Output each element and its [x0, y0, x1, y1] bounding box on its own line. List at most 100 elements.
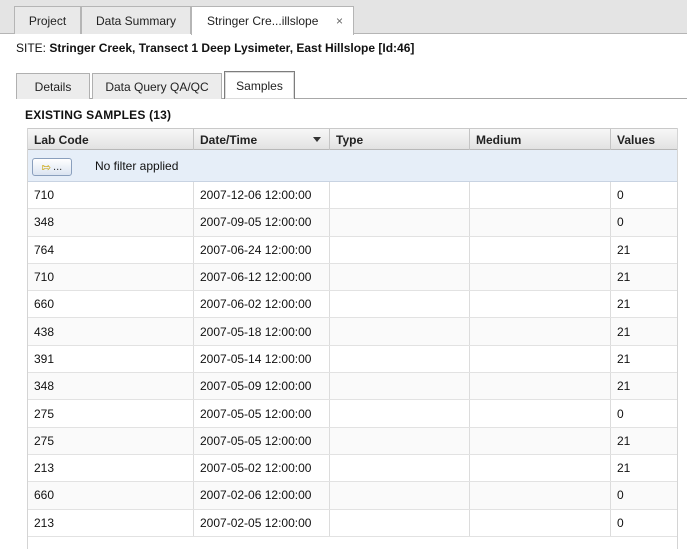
tab-label: Data Query QA/QC: [105, 79, 209, 94]
cell-date-time: 2007-09-05 12:00:00: [194, 209, 330, 236]
cell-type: [330, 318, 470, 345]
site-heading: SITE: Stringer Creek, Transect 1 Deep Ly…: [16, 41, 414, 55]
table-row[interactable]: 710 2007-06-12 12:00:00 21: [28, 263, 677, 292]
table-header: Lab Code Date/Time Type Medium Values: [28, 128, 677, 150]
cell-lab-code: 660: [28, 482, 194, 509]
cell-type: [330, 373, 470, 400]
table-row[interactable]: 660 2007-02-06 12:00:00 0: [28, 482, 677, 510]
inner-tab-bar: Details Data Query QA/QC Samples: [16, 71, 687, 99]
table-row[interactable]: 213 2007-02-05 12:00:00 0: [28, 509, 677, 537]
cell-medium: [470, 427, 611, 454]
tab-label: Data Summary: [95, 13, 177, 28]
section-title: EXISTING SAMPLES (13): [25, 108, 172, 122]
column-label: Medium: [476, 132, 522, 147]
cell-lab-code: 213: [28, 454, 194, 482]
tab-site-editor[interactable]: Stringer Cre...illslope ×: [191, 6, 354, 35]
tab-details[interactable]: Details: [16, 73, 90, 99]
column-header-type[interactable]: Type: [330, 129, 470, 150]
cell-medium: [470, 209, 611, 236]
cell-medium: [470, 345, 611, 373]
filter-button[interactable]: ⇰ ...: [32, 158, 72, 176]
cell-date-time: 2007-02-06 12:00:00: [194, 482, 330, 509]
column-header-lab-code[interactable]: Lab Code: [28, 129, 194, 150]
cell-values: 0: [617, 215, 624, 230]
table-row[interactable]: 213 2007-05-02 12:00:00 21: [28, 454, 677, 483]
table-body: 710 2007-12-06 12:00:00 0 348 2007-09-05 12:…: [28, 182, 677, 537]
cell-values: 21: [617, 324, 631, 339]
cell-values: 0: [617, 188, 624, 203]
cell-values: 0: [617, 515, 624, 530]
cell-medium: [470, 291, 611, 318]
sort-descending-icon: [313, 137, 321, 142]
cell-lab-code: 438: [28, 318, 194, 345]
table-row[interactable]: 348 2007-05-09 12:00:00 21: [28, 373, 677, 401]
cell-values: 21: [617, 297, 631, 312]
column-label: Date/Time: [200, 132, 258, 147]
cell-lab-code: 764: [28, 236, 194, 263]
cell-date-time: 2007-05-18 12:00:00: [194, 318, 330, 345]
cell-values: 21: [617, 461, 631, 476]
cell-date-time: 2007-05-05 12:00:00: [194, 400, 330, 427]
tab-data-query-qaqc[interactable]: Data Query QA/QC: [92, 73, 222, 99]
cell-date-time: 2007-06-24 12:00:00: [194, 236, 330, 263]
cell-medium: [470, 318, 611, 345]
table-row[interactable]: 391 2007-05-14 12:00:00 21: [28, 345, 677, 374]
table-row[interactable]: 275 2007-05-05 12:00:00 21: [28, 427, 677, 455]
table-row[interactable]: 710 2007-12-06 12:00:00 0: [28, 182, 677, 210]
cell-lab-code: 348: [28, 373, 194, 400]
cell-values: 21: [617, 351, 631, 366]
column-label: Values: [617, 132, 656, 147]
cell-lab-code: 660: [28, 291, 194, 318]
cell-date-time: 2007-05-09 12:00:00: [194, 373, 330, 400]
column-header-values[interactable]: Values: [611, 129, 677, 150]
tab-samples[interactable]: Samples: [224, 71, 295, 99]
cell-date-time: 2007-02-05 12:00:00: [194, 509, 330, 536]
cell-medium: [470, 236, 611, 263]
cell-medium: [470, 509, 611, 536]
cell-values: 21: [617, 433, 631, 448]
cell-values: 21: [617, 242, 631, 257]
cell-lab-code: 391: [28, 345, 194, 373]
close-icon[interactable]: ×: [336, 14, 343, 28]
cell-type: [330, 482, 470, 509]
table-row[interactable]: 348 2007-09-05 12:00:00 0: [28, 209, 677, 237]
table-row[interactable]: 438 2007-05-18 12:00:00 21: [28, 318, 677, 346]
tab-data-summary[interactable]: Data Summary: [81, 6, 191, 34]
column-header-date-time[interactable]: Date/Time: [194, 129, 330, 150]
filter-arrow-icon: ⇰: [41, 161, 52, 174]
cell-medium: [470, 263, 611, 291]
cell-values: 21: [617, 379, 631, 394]
cell-type: [330, 291, 470, 318]
cell-values: 21: [617, 270, 631, 285]
cell-type: [330, 182, 470, 209]
cell-type: [330, 209, 470, 236]
cell-type: [330, 400, 470, 427]
column-label: Lab Code: [34, 132, 89, 147]
cell-date-time: 2007-12-06 12:00:00: [194, 182, 330, 209]
cell-lab-code: 710: [28, 263, 194, 291]
tab-label: Details: [34, 79, 72, 94]
filter-button-label: ...: [53, 161, 63, 173]
cell-values: 0: [617, 488, 624, 503]
cell-type: [330, 509, 470, 536]
cell-lab-code: 710: [28, 182, 194, 209]
cell-date-time: 2007-05-14 12:00:00: [194, 345, 330, 373]
table-row[interactable]: 660 2007-06-02 12:00:00 21: [28, 291, 677, 319]
cell-date-time: 2007-06-02 12:00:00: [194, 291, 330, 318]
cell-values: 0: [617, 406, 624, 421]
cell-type: [330, 427, 470, 454]
column-header-medium[interactable]: Medium: [470, 129, 611, 150]
tab-label: Project: [28, 13, 67, 28]
cell-lab-code: 275: [28, 400, 194, 427]
tab-project[interactable]: Project: [14, 6, 81, 34]
tab-label: Stringer Cre...illslope: [207, 14, 319, 28]
cell-medium: [470, 373, 611, 400]
cell-date-time: 2007-05-05 12:00:00: [194, 427, 330, 454]
table-row[interactable]: 764 2007-06-24 12:00:00 21: [28, 236, 677, 264]
cell-medium: [470, 400, 611, 427]
cell-type: [330, 454, 470, 482]
cell-date-time: 2007-05-02 12:00:00: [194, 454, 330, 482]
table-row[interactable]: 275 2007-05-05 12:00:00 0: [28, 400, 677, 428]
cell-lab-code: 213: [28, 509, 194, 536]
cell-type: [330, 345, 470, 373]
